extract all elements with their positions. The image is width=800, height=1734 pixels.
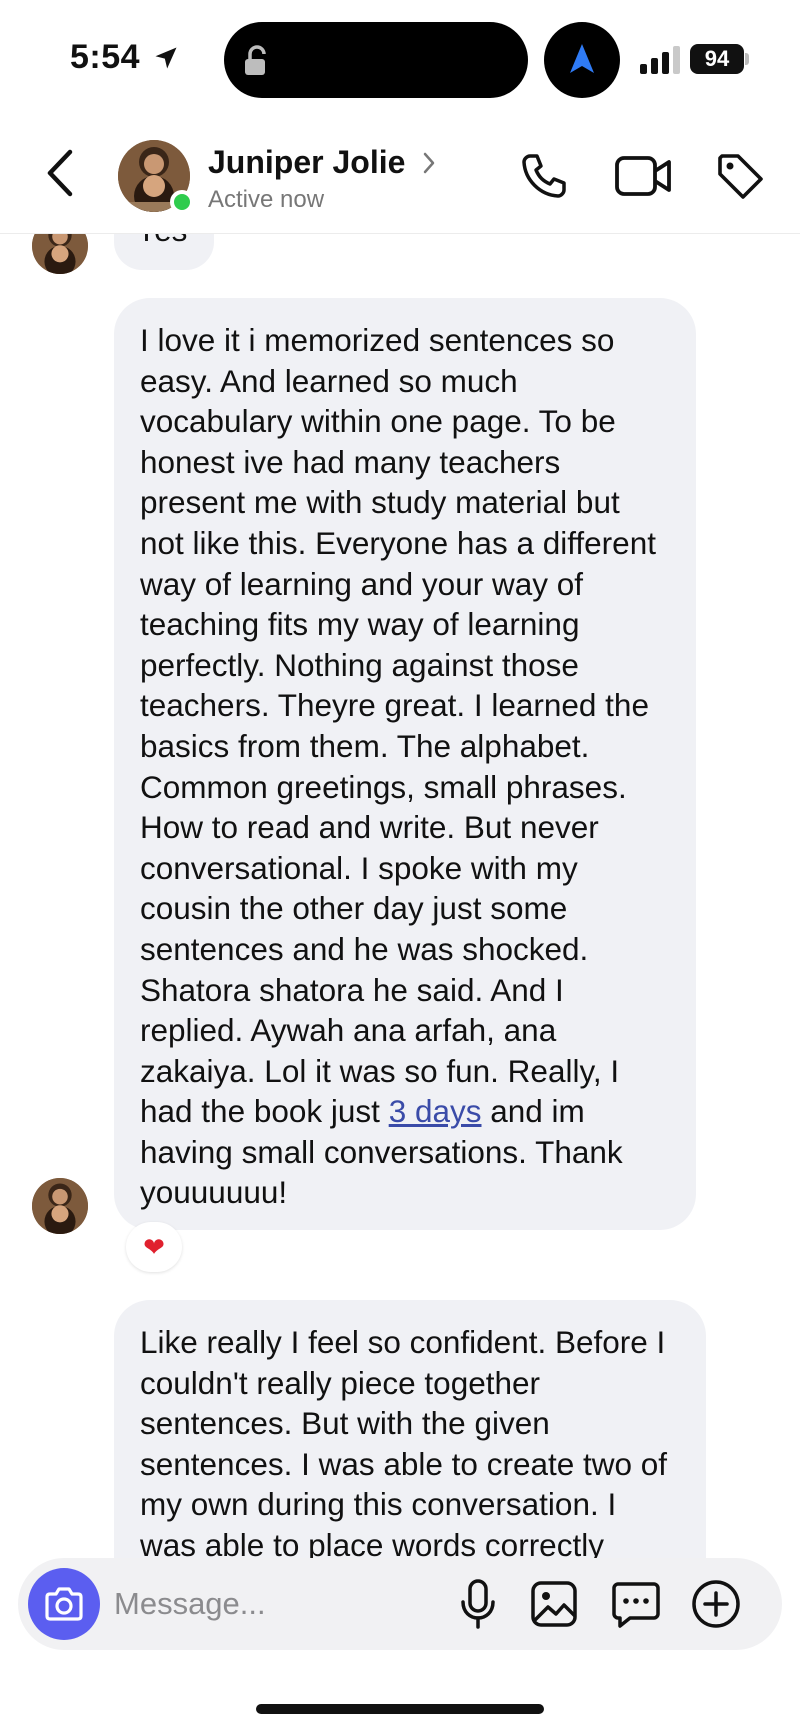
plus-icon[interactable] <box>690 1578 742 1630</box>
signal-icon <box>640 46 680 74</box>
camera-icon <box>45 1587 83 1621</box>
home-indicator[interactable] <box>256 1704 544 1714</box>
avatar-image <box>32 1178 88 1234</box>
message-avatar[interactable] <box>32 234 88 274</box>
message-text: I love it i memorized sentences so easy.… <box>140 322 656 1130</box>
date-link[interactable]: 3 days <box>389 1093 482 1129</box>
status-bar: 5:54 94 <box>0 0 800 110</box>
heart-reaction[interactable]: ❤ <box>126 1222 182 1272</box>
status-time: 5:54 <box>70 38 141 76</box>
battery-icon: 94 <box>690 44 744 74</box>
message-avatar[interactable] <box>32 1178 88 1234</box>
video-icon[interactable] <box>614 152 672 200</box>
message-text: Yes <box>136 234 187 248</box>
phone-icon[interactable] <box>518 150 570 202</box>
chat-header: Juniper Jolie Active now <box>0 110 800 234</box>
message-bubble[interactable]: I love it i memorized sentences so easy.… <box>114 298 696 1230</box>
message-composer <box>18 1558 782 1650</box>
avatar-image <box>32 234 88 274</box>
chevron-right-icon[interactable] <box>420 150 438 176</box>
message-text: Like really I feel so confident. Before … <box>140 1324 668 1563</box>
online-indicator <box>170 190 194 214</box>
microphone-icon[interactable] <box>458 1578 498 1630</box>
battery-tip <box>745 53 749 65</box>
heart-icon: ❤ <box>143 1232 165 1262</box>
message-bubble[interactable]: Like really I feel so confident. Before … <box>114 1300 706 1564</box>
tag-icon[interactable] <box>714 150 766 202</box>
gallery-icon[interactable] <box>530 1580 578 1628</box>
message-list[interactable]: Yes I love it i memorized sentences so e… <box>0 234 800 1564</box>
navigation-icon <box>570 44 594 73</box>
message-input[interactable] <box>114 1580 414 1628</box>
message-bubble-previous[interactable]: Yes <box>114 234 214 270</box>
active-status: Active now <box>208 186 325 213</box>
contact-name[interactable]: Juniper Jolie <box>208 144 405 181</box>
back-icon[interactable] <box>40 146 84 200</box>
lock-icon <box>245 45 266 75</box>
sticker-icon[interactable] <box>610 1578 662 1630</box>
location-arrow-icon <box>155 47 177 69</box>
camera-button[interactable] <box>28 1568 100 1640</box>
